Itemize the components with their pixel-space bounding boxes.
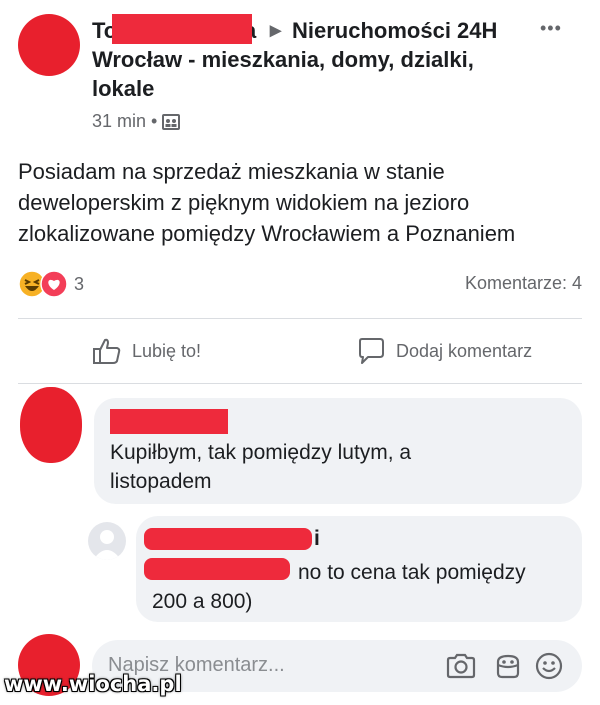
comment-button[interactable]: Dodaj komentarz [356,336,532,366]
watermark: www.wiocha.pl [4,672,182,696]
post-time[interactable]: 31 min [92,111,146,132]
reply-bubble: i no to cena tak pomiędzy 200 a 800) [136,516,582,622]
comment-text-line: Kupiłbym, tak pomiędzy lutym, a [110,441,412,464]
divider [18,318,582,319]
comment-label: Dodaj komentarz [396,340,533,361]
comment-bubble: Kupiłbym, tak pomiędzy lutym, a listopad… [94,398,582,504]
privacy-group-icon [162,113,181,130]
commenter-name-redaction [110,409,228,434]
comment-bubble-icon [356,336,386,366]
reply-avatar[interactable] [88,522,126,560]
group-arrow-icon: ▸ [270,17,282,42]
post-meta: 31 min • [92,111,181,132]
reply-text-line: no to cena tak pomiędzy [298,561,526,584]
group-name-line3[interactable]: lokale [92,74,532,103]
post-menu-icon[interactable]: ••• [540,18,562,39]
author-avatar[interactable] [18,14,80,76]
emoji-icon[interactable] [534,651,564,681]
meta-separator: • [151,111,158,131]
post-text-line: deweloperskim z pięknym widokiem na jezi… [18,190,470,215]
divider [18,383,582,384]
reaction-count: 3 [74,273,85,294]
camera-icon[interactable] [445,652,477,680]
comment-text: Kupiłbym, tak pomiędzy lutym, a listopad… [110,438,411,496]
post-text-line: zlokalizowane pomiędzy Wrocławiem a Pozn… [18,221,516,246]
commenter-avatar[interactable] [20,387,82,463]
comment-text-line: listopadem [110,470,212,493]
post-body: Posiadam na sprzedaż mieszkania w stanie… [18,156,588,249]
reply-name-redaction [144,528,312,550]
author-redaction [112,14,252,44]
thumbs-up-icon [92,336,122,366]
group-name-line2[interactable]: Wrocław - mieszkania, domy, dzialki, [92,45,532,74]
like-button[interactable]: Lubię to! [92,336,201,366]
post-text-line: Posiadam na sprzedaż mieszkania w stanie [18,159,445,184]
reply-name-end[interactable]: i [314,524,320,553]
comments-count[interactable]: Komentarze: 4 [465,273,582,294]
reactions-summary[interactable]: 3 [18,270,84,298]
mention-redaction [144,558,290,580]
reply-text-line: 200 a 800) [152,590,253,613]
love-reaction-icon [40,270,68,298]
like-label: Lubię to! [132,340,202,361]
group-name[interactable]: Nieruchomości 24H [292,16,497,45]
gif-icon[interactable] [493,651,523,681]
default-user-icon [93,530,121,560]
